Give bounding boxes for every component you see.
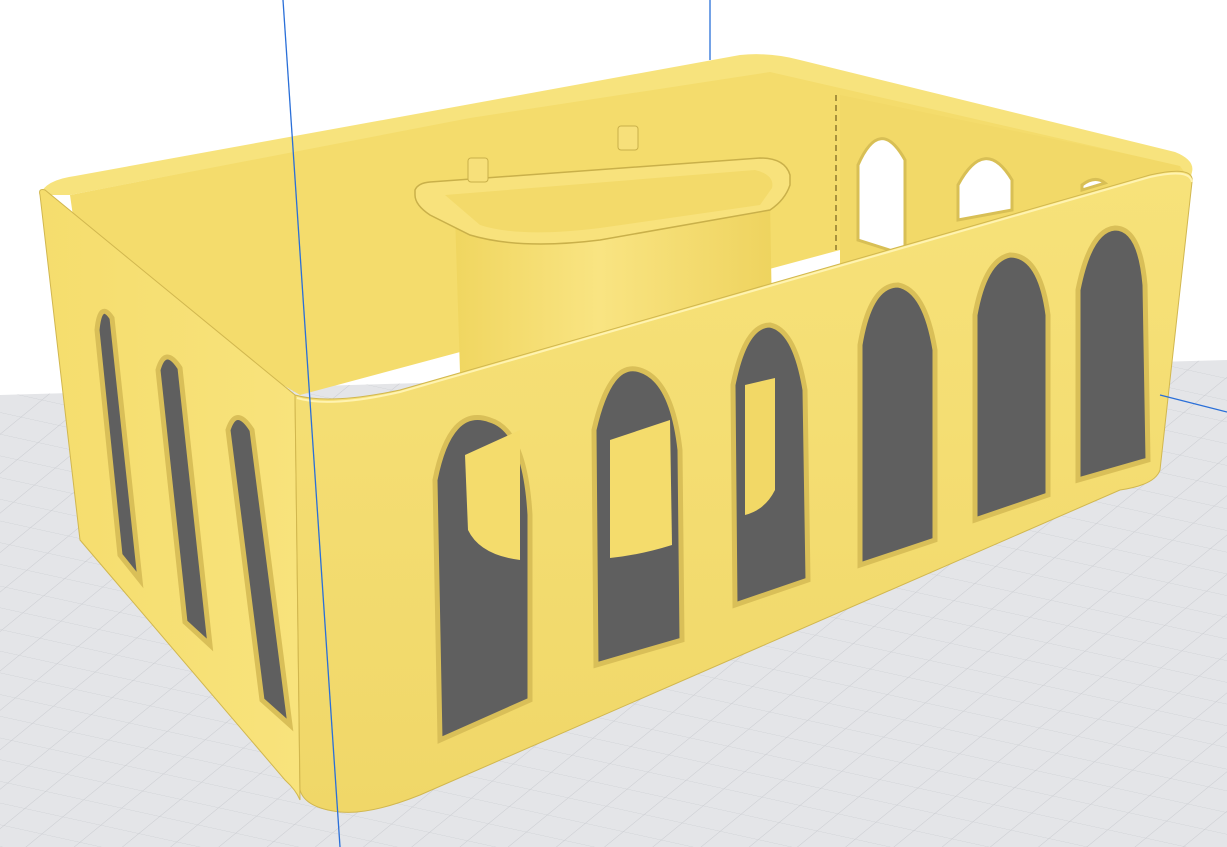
scene-canvas[interactable] (0, 0, 1227, 847)
3d-viewport[interactable] (0, 0, 1227, 847)
